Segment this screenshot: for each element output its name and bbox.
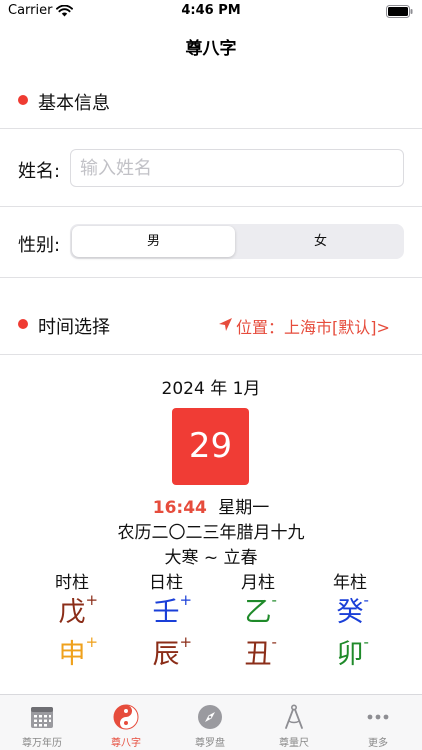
page-title: 尊八字	[185, 39, 237, 59]
divider	[0, 128, 422, 129]
compass-icon	[198, 705, 222, 729]
gender-female-option[interactable]: 女	[239, 226, 402, 257]
tab-more[interactable]: 更多	[336, 695, 420, 750]
tab-bazi[interactable]: 尊八字	[84, 695, 168, 750]
tab-compass[interactable]: 尊罗盘	[168, 695, 252, 750]
day-pillar: 日柱 壬 + 辰 +	[131, 568, 201, 676]
section-dot-icon	[18, 319, 28, 329]
stem-sign: +	[85, 591, 99, 609]
day-date-button[interactable]: 29	[172, 408, 249, 485]
divider	[0, 354, 422, 355]
status-bar: Carrier 4:46 PM	[0, 0, 422, 24]
tab-label: 尊量尺	[279, 738, 309, 749]
divider	[0, 277, 422, 278]
stem-char: 乙	[244, 597, 272, 628]
branch-sign: +	[85, 633, 99, 651]
earthly-branch: 申 +	[37, 633, 107, 676]
lunar-date: 农历二〇二三年腊月十九	[117, 523, 305, 543]
divider-tool-icon	[285, 704, 303, 729]
earthly-branch: 辰 +	[131, 633, 201, 676]
basic-info-label: 基本信息	[38, 93, 110, 114]
time-weekday-line[interactable]: 16:44 星期一	[0, 493, 422, 518]
heavenly-stem: 乙-	[223, 591, 293, 634]
name-input[interactable]	[70, 149, 404, 187]
tab-ruler[interactable]: 尊量尺	[252, 695, 336, 750]
stem-sign: -	[363, 591, 369, 609]
branch-char: 丑	[244, 639, 272, 670]
branch-char: 辰	[152, 639, 180, 670]
month-title: 2024 年 1月	[161, 379, 261, 399]
branch-char: 申	[58, 639, 86, 670]
gender-male-option[interactable]: 男	[72, 226, 235, 257]
pillar-name: 月柱	[241, 573, 275, 593]
stem-sign: -	[271, 591, 277, 609]
gender-segmented-control: 男 女	[70, 224, 404, 259]
location-link[interactable]: 位置：上海市[默认]>	[218, 314, 404, 337]
basic-info-header: 基本信息	[0, 80, 422, 120]
time-select-label: 时间选择	[38, 317, 110, 338]
status-time: 4:46 PM	[181, 3, 241, 18]
stem-char: 癸	[336, 597, 364, 628]
section-dot-icon	[18, 95, 28, 105]
name-label: 姓名:	[18, 161, 61, 182]
stem-sign: +	[179, 591, 193, 609]
tab-label: 尊罗盘	[195, 738, 225, 749]
tab-bar: 尊万年历 尊八字 尊罗盘 尊量尺 更多	[0, 694, 422, 750]
tab-label: 尊八字	[111, 738, 141, 749]
tab-label: 更多	[368, 738, 388, 749]
earthly-branch: 卯-	[315, 633, 385, 676]
branch-char: 卯	[336, 639, 364, 670]
branch-sign: -	[271, 633, 277, 651]
location-label: 位置：上海市[默认]>	[236, 318, 390, 337]
branch-sign: +	[179, 633, 193, 651]
hour-pillar: 时柱 戊 + 申 +	[37, 568, 107, 676]
tab-calendar[interactable]: 尊万年历	[0, 695, 84, 750]
more-icon	[367, 714, 389, 720]
tab-label: 尊万年历	[22, 738, 62, 749]
solar-terms: 大寒 ~ 立春	[164, 548, 258, 568]
gender-label: 性别:	[18, 235, 61, 256]
earthly-branch: 丑-	[223, 633, 293, 676]
heavenly-stem: 癸-	[315, 591, 385, 634]
stem-char: 壬	[152, 597, 180, 628]
year-pillar: 年柱 癸- 卯-	[315, 568, 385, 676]
heavenly-stem: 壬 +	[131, 591, 201, 634]
month-pillar: 月柱 乙- 丑-	[223, 568, 293, 676]
heavenly-stem: 戊 +	[37, 591, 107, 634]
battery-icon	[386, 5, 413, 18]
branch-sign: -	[363, 633, 369, 651]
yin-yang-icon	[113, 704, 139, 730]
pillar-name: 时柱	[55, 573, 89, 593]
pillar-name: 年柱	[333, 573, 367, 593]
weekday-label: 星期一	[218, 498, 270, 518]
time-value: 16:44	[152, 498, 207, 518]
location-arrow-icon	[219, 318, 232, 331]
calendar-icon	[31, 707, 53, 728]
divider	[0, 206, 422, 207]
stem-char: 戊	[58, 597, 86, 628]
pillar-name: 日柱	[149, 573, 183, 593]
